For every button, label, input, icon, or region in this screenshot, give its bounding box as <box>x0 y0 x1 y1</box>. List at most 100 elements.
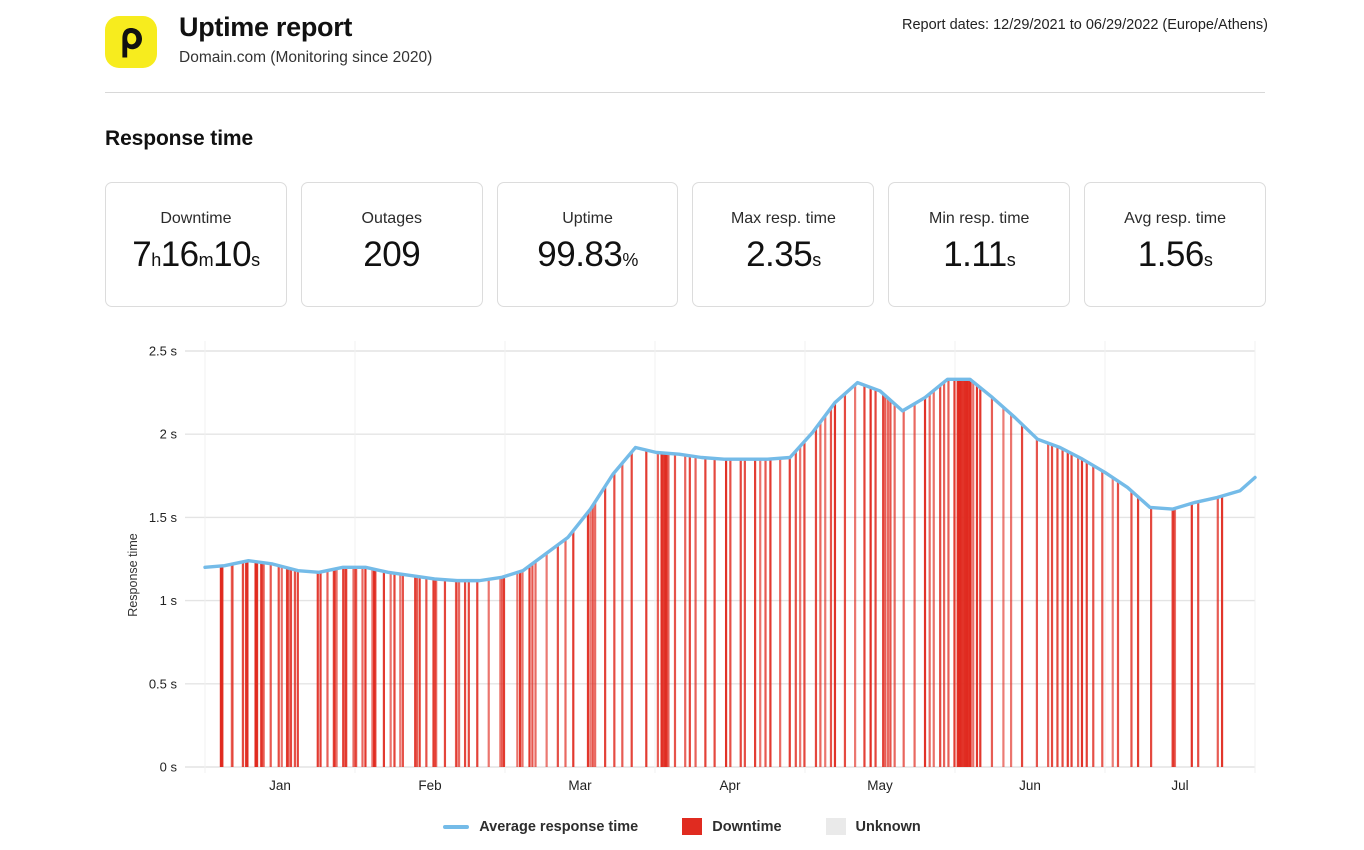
downtime-bar <box>287 567 290 767</box>
downtime-bar <box>516 571 519 767</box>
downtime-bar <box>545 552 548 767</box>
downtime-bar <box>863 384 866 767</box>
legend-item-average-response-time[interactable]: Average response time <box>443 819 638 835</box>
x-tick-label: Apr <box>719 778 741 793</box>
stat-card-label: Downtime <box>160 210 232 227</box>
legend-box-marker <box>682 818 703 835</box>
downtime-bar <box>759 458 762 767</box>
downtime-bar <box>939 384 942 767</box>
legend-label: Unknown <box>855 818 921 835</box>
downtime-bar <box>382 570 386 767</box>
legend-label: Average response time <box>479 818 639 835</box>
downtime-bar <box>531 562 534 767</box>
downtime-bar <box>799 445 802 767</box>
downtime-bar <box>613 471 616 767</box>
downtime-bar <box>794 450 797 767</box>
y-tick-label: 1.5 s <box>149 510 178 525</box>
downtime-bar <box>928 392 931 767</box>
downtime-bar <box>729 458 732 767</box>
downtime-bar <box>882 392 885 767</box>
uptime-report-page: Uptime report Domain.com (Monitoring sin… <box>0 0 1364 850</box>
downtime-bar <box>803 440 806 767</box>
downtime-bar <box>1220 495 1224 767</box>
stat-card: Avg resp. time 1.56s <box>1084 182 1266 307</box>
downtime-bar <box>688 454 691 767</box>
downtime-bar <box>1197 500 1200 767</box>
downtime-bar <box>277 564 280 767</box>
downtime-bar <box>1116 480 1120 767</box>
stat-card-label: Outages <box>361 210 422 227</box>
legend-item-downtime[interactable]: Downtime <box>682 818 782 835</box>
downtime-bar <box>1130 489 1133 767</box>
downtime-bar <box>1070 452 1073 767</box>
downtime-bar <box>1101 469 1104 767</box>
downtime-bar <box>1216 496 1219 767</box>
downtime-bar <box>743 458 746 767</box>
downtime-bar <box>589 508 592 767</box>
downtime-bar <box>591 504 594 767</box>
downtime-bar <box>246 559 249 767</box>
downtime-bar <box>1066 450 1069 767</box>
x-tick-label: Jan <box>269 778 291 793</box>
y-tick-label: 0.5 s <box>149 676 178 691</box>
x-tick-label: Jun <box>1019 778 1041 793</box>
downtime-bar <box>814 426 818 767</box>
stat-card-value: 209 <box>363 235 421 274</box>
downtime-bar <box>463 579 467 767</box>
downtime-bar <box>979 386 982 767</box>
downtime-bar <box>788 456 791 767</box>
downtime-bar <box>455 579 458 767</box>
downtime-bar <box>1092 464 1095 767</box>
downtime-bar <box>843 392 847 767</box>
downtime-bar <box>1002 406 1005 767</box>
y-tick-label: 2 s <box>160 427 178 442</box>
downtime-bar <box>1150 506 1153 767</box>
downtime-bar <box>764 458 767 767</box>
downtime-bar <box>393 572 396 767</box>
stat-card-label: Min resp. time <box>928 210 1030 227</box>
downtime-bar <box>942 381 946 767</box>
downtime-bar <box>656 451 659 767</box>
downtime-bar <box>418 575 421 767</box>
downtime-bar <box>923 396 927 767</box>
downtime-bar <box>854 383 857 767</box>
downtime-bar <box>556 543 559 767</box>
downtime-bar <box>1111 476 1114 767</box>
downtime-bar <box>947 378 950 767</box>
downtime-bar <box>1050 443 1054 767</box>
downtime-bar <box>231 562 234 767</box>
downtime-bar <box>487 578 490 767</box>
downtime-bar <box>345 566 348 767</box>
legend-item-unknown[interactable]: Unknown <box>825 818 921 835</box>
downtime-bar <box>779 457 782 767</box>
stat-card-value: 99.83% <box>537 235 638 274</box>
downtime-bars <box>219 378 1224 767</box>
downtime-bar <box>296 569 299 767</box>
legend-label: Downtime <box>712 818 782 835</box>
y-axis-tick-labels: 0 s 0.5 s 1 s 1.5 s 2 s 2.5 s <box>149 344 178 775</box>
downtime-bar <box>673 452 677 767</box>
stat-card-value: 7h16m10s <box>132 235 260 274</box>
y-axis-title: Response time <box>126 533 140 616</box>
stat-card: Max resp. time 2.35s <box>692 182 875 307</box>
x-tick-label: May <box>867 778 893 793</box>
legend-box-marker <box>825 818 846 835</box>
x-tick-label: Feb <box>418 778 441 793</box>
downtime-bar <box>399 573 402 767</box>
downtime-bar <box>667 452 670 767</box>
downtime-bar <box>355 566 358 767</box>
downtime-bar <box>902 409 905 767</box>
downtime-bar <box>975 383 979 767</box>
downtime-bar <box>953 378 956 767</box>
downtime-bar <box>829 406 833 767</box>
downtime-bar <box>1076 455 1080 767</box>
downtime-bar <box>1047 442 1050 767</box>
downtime-bar <box>1085 460 1088 767</box>
downtime-bar <box>467 579 470 767</box>
downtime-bar <box>1190 502 1193 767</box>
stat-card-label: Uptime <box>562 210 613 227</box>
downtime-bar <box>415 575 419 767</box>
brand-logo-icon <box>105 16 157 68</box>
downtime-bar <box>869 386 872 767</box>
header-titles: Uptime report Domain.com (Monitoring sin… <box>179 10 432 68</box>
